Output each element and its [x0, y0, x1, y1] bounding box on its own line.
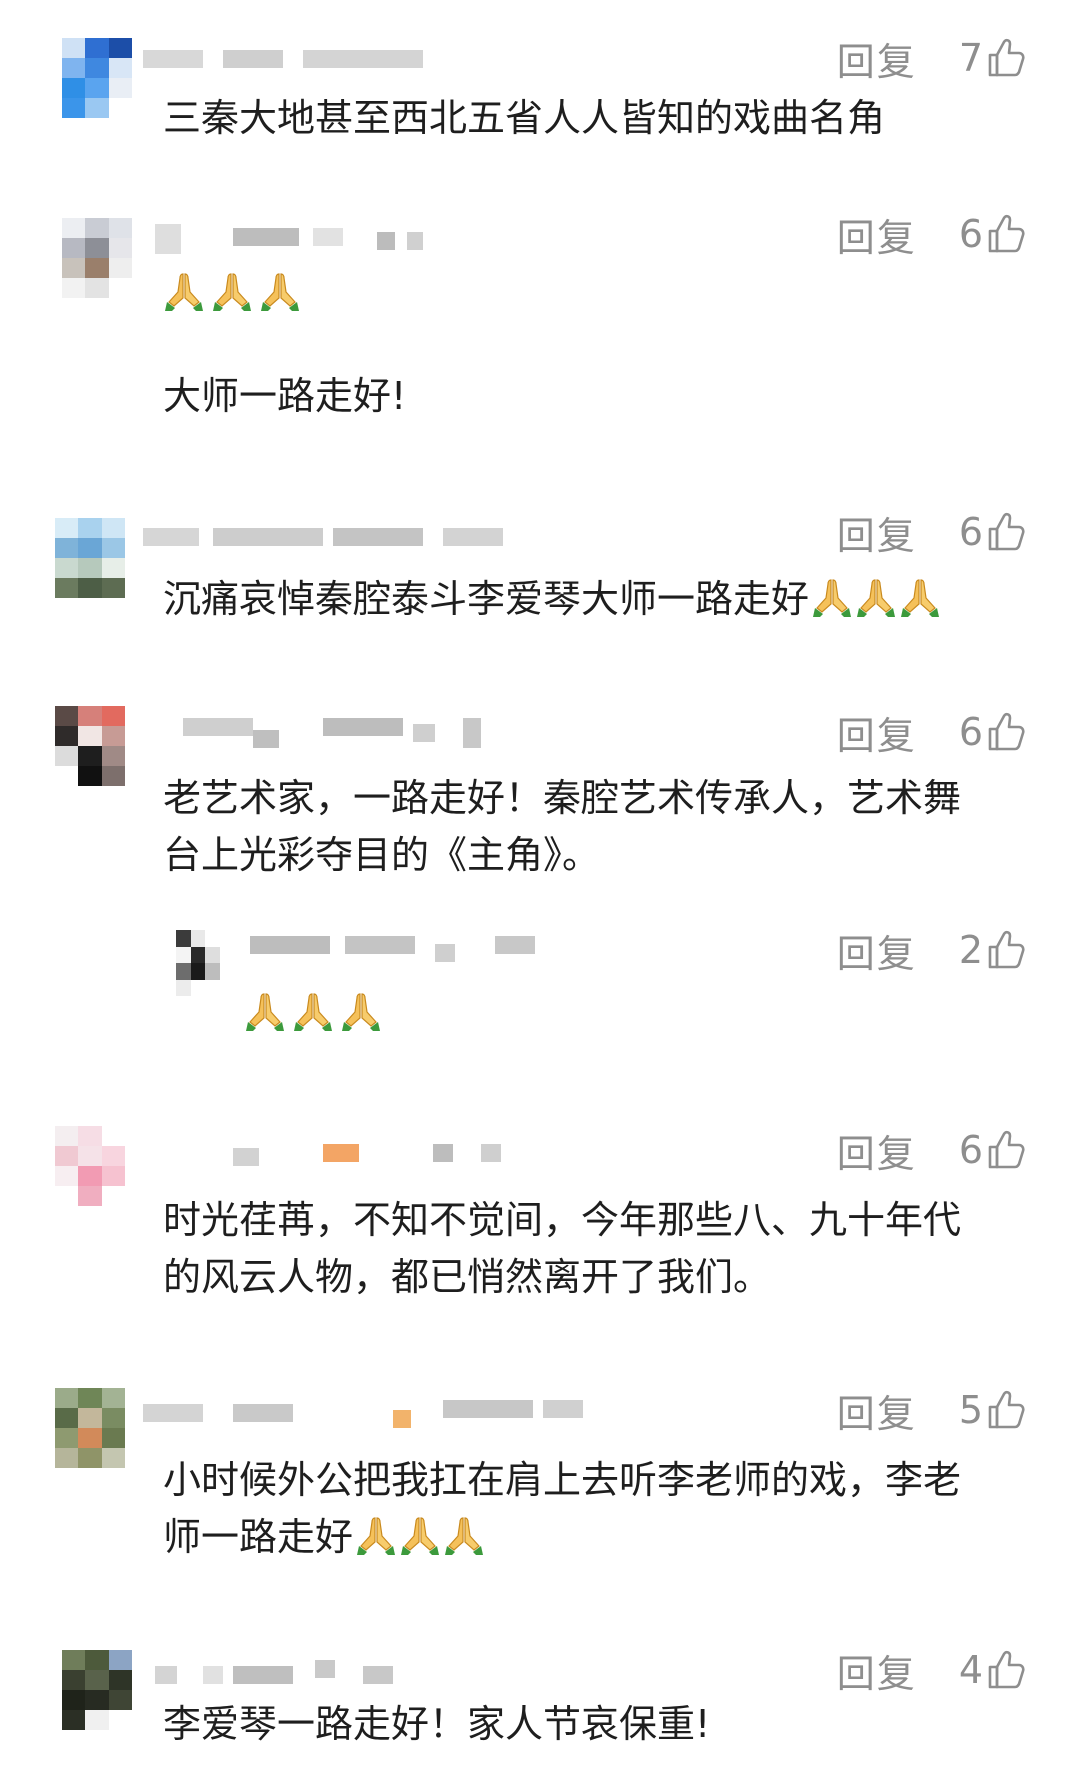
comment-text: 时光荏苒，不知不觉间，今年那些八、九十年代 的风云人物，都已悄然离开了我们。: [163, 1192, 1033, 1306]
like-button[interactable]: 6: [959, 510, 1025, 554]
username-blurred[interactable]: [143, 518, 503, 554]
comment-text: 小时候外公把我扛在肩上去听李老师的戏，李老 师一路走好: [163, 1452, 1033, 1566]
like-count: 2: [958, 928, 983, 972]
avatar[interactable]: [55, 1126, 125, 1206]
comment-actions: 回复 2: [837, 924, 1025, 976]
comment-text: 三秦大地甚至西北五省人人皆知的戏曲名角: [163, 96, 886, 140]
like-button[interactable]: 7: [959, 36, 1025, 80]
emoji-row: [163, 270, 301, 312]
username-blurred[interactable]: [143, 220, 503, 256]
like-count: 6: [958, 510, 983, 554]
thumbs-up-icon: [987, 1129, 1025, 1171]
username-blurred[interactable]: [143, 42, 503, 78]
like-button[interactable]: 4: [959, 1648, 1025, 1692]
like-count: 5: [958, 1388, 983, 1432]
username-blurred[interactable]: [143, 1654, 503, 1690]
reply-button[interactable]: 回复: [837, 505, 917, 560]
comment-text: 老艺术家，一路走好！秦腔艺术传承人，艺术舞 台上光彩夺目的《主角》。: [163, 770, 1033, 884]
comment-text: 沉痛哀悼秦腔泰斗李爱琴大师一路走好: [163, 571, 1033, 628]
like-count: 6: [958, 710, 983, 754]
comment-actions: 回复 7: [837, 32, 1025, 84]
pray-icon: [340, 990, 382, 1032]
avatar[interactable]: [62, 38, 132, 118]
comment-text: 大师一路走好!: [163, 374, 407, 418]
like-button[interactable]: 5: [959, 1388, 1025, 1432]
like-count: 4: [958, 1648, 983, 1692]
comment-actions: 回复 6: [837, 208, 1025, 260]
pray-icon: [811, 576, 853, 618]
pray-icon: [443, 1514, 485, 1556]
comment-text-line: 时光荏苒，不知不觉间，今年那些八、九十年代: [163, 1198, 962, 1242]
comment-actions: 回复 6: [837, 1124, 1025, 1176]
like-count: 6: [958, 1128, 983, 1172]
thumbs-up-icon: [987, 1389, 1025, 1431]
pray-icon: [163, 270, 205, 312]
reply-button[interactable]: 回复: [837, 1383, 917, 1438]
username-blurred[interactable]: [245, 930, 605, 966]
comment-actions: 回复 5: [837, 1384, 1025, 1436]
comment-actions: 回复 6: [837, 506, 1025, 558]
reply-button[interactable]: 回复: [837, 1643, 917, 1698]
like-button[interactable]: 6: [959, 1128, 1025, 1172]
username-blurred[interactable]: [143, 1392, 583, 1428]
pray-icon: [292, 990, 334, 1032]
comment-text-line: 台上光彩夺目的《主角》。: [163, 833, 601, 877]
pray-icon: [355, 1514, 397, 1556]
like-count: 7: [958, 36, 983, 80]
pray-icon: [211, 270, 253, 312]
comment-text-line: 小时候外公把我扛在肩上去听李老师的戏，李老: [163, 1458, 962, 1502]
thumbs-up-icon: [987, 1649, 1025, 1691]
pray-icon: [259, 270, 301, 312]
reply-button[interactable]: 回复: [837, 31, 917, 86]
comment-text-line: 老艺术家，一路走好！秦腔艺术传承人，艺术舞: [163, 776, 962, 820]
reply-button[interactable]: 回复: [837, 1123, 917, 1178]
pray-icon: [855, 576, 897, 618]
avatar[interactable]: [62, 218, 132, 298]
avatar[interactable]: [55, 706, 125, 786]
reply-button[interactable]: 回复: [837, 923, 917, 978]
pray-icon: [899, 576, 941, 618]
comment-text-body: 沉痛哀悼秦腔泰斗李爱琴大师一路走好: [163, 577, 810, 621]
reply-button[interactable]: 回复: [837, 207, 917, 262]
thumbs-up-icon: [987, 929, 1025, 971]
thumbs-up-icon: [987, 37, 1025, 79]
username-blurred[interactable]: [143, 1130, 503, 1166]
avatar[interactable]: [55, 518, 125, 598]
comment-text-body: 师一路走好: [163, 1515, 354, 1559]
pray-icon: [399, 1514, 441, 1556]
comment-text: 李爱琴一路走好！家人节哀保重!: [163, 1702, 711, 1746]
thumbs-up-icon: [987, 711, 1025, 753]
thumbs-up-icon: [987, 213, 1025, 255]
thumbs-up-icon: [987, 511, 1025, 553]
reply-button[interactable]: 回复: [837, 705, 917, 760]
avatar[interactable]: [176, 930, 220, 996]
comment-actions: 回复 4: [837, 1644, 1025, 1696]
like-button[interactable]: 6: [959, 212, 1025, 256]
username-blurred[interactable]: [143, 712, 503, 748]
avatar[interactable]: [55, 1388, 125, 1468]
like-count: 6: [958, 212, 983, 256]
emoji-row: [244, 990, 382, 1032]
avatar[interactable]: [62, 1650, 132, 1730]
like-button[interactable]: 6: [959, 710, 1025, 754]
comment-text-line-2: 师一路走好: [163, 1509, 1033, 1566]
comment-actions: 回复 6: [837, 706, 1025, 758]
pray-icon: [244, 990, 286, 1032]
like-button[interactable]: 2: [959, 928, 1025, 972]
comment-text-line: 的风云人物，都已悄然离开了我们。: [163, 1255, 772, 1299]
